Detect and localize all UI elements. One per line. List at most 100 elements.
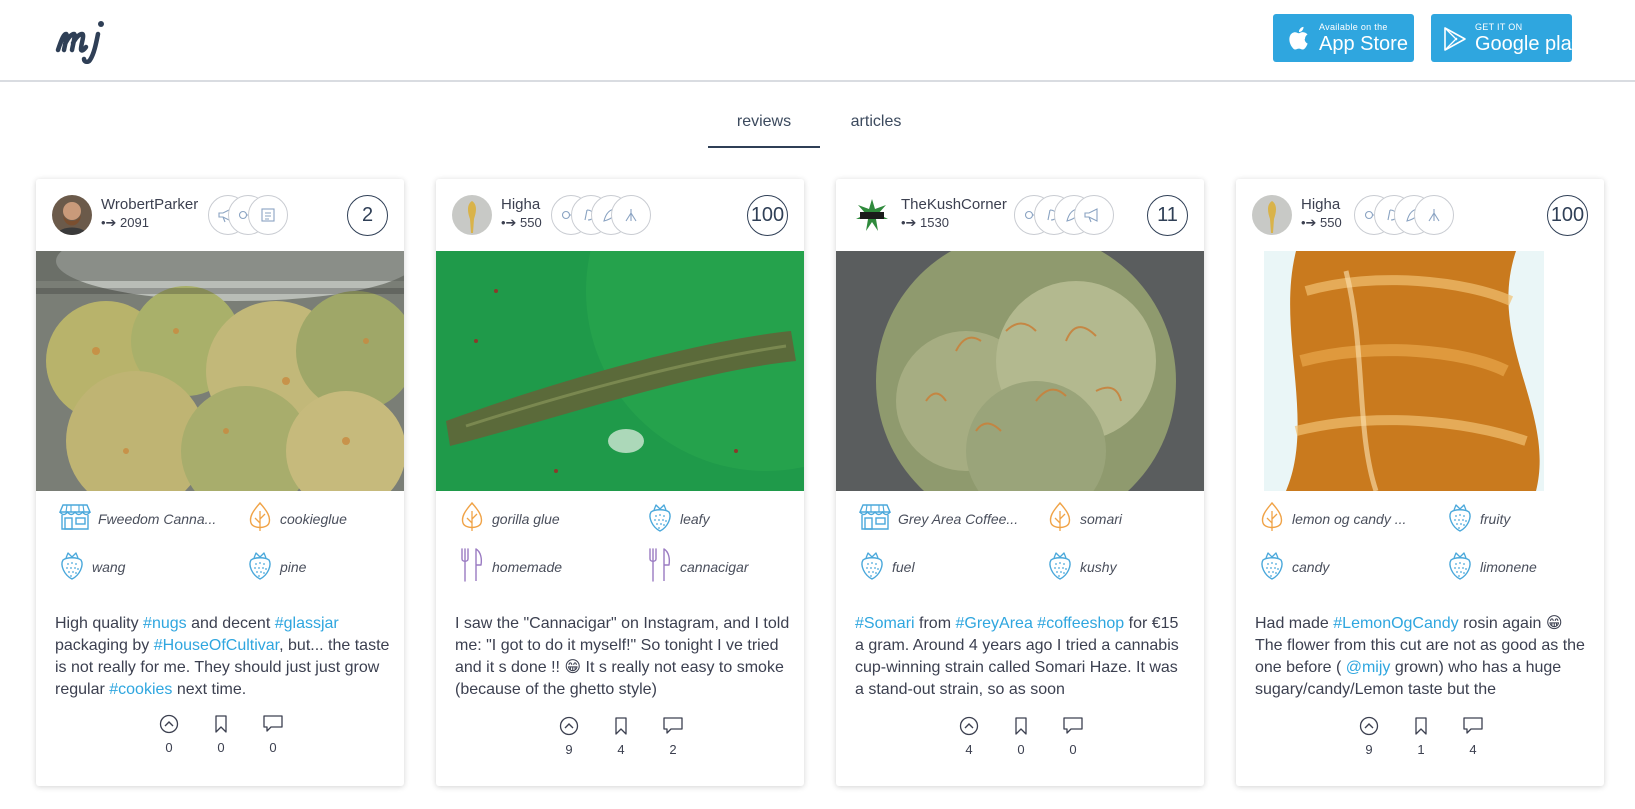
bookmark-button[interactable]: 1 [1406, 716, 1436, 757]
user-points: •➔ 550 [501, 215, 542, 230]
tag-chip[interactable]: homemade [458, 547, 562, 588]
comment-button[interactable]: 2 [658, 716, 688, 757]
upvote-button[interactable]: 9 [1354, 716, 1384, 757]
review-photo[interactable] [1236, 251, 1604, 491]
review-text[interactable]: I saw the "Cannacigar" on Instagram, and… [455, 613, 791, 701]
card-header: Higha •➔ 550 100 [436, 179, 804, 251]
avatar[interactable] [1252, 195, 1292, 235]
tag-chip[interactable]: Grey Area Coffee... [858, 501, 1018, 537]
tag-label: candy [1292, 559, 1330, 575]
tab-articles[interactable]: articles [830, 100, 922, 148]
username[interactable]: Higha [1301, 196, 1340, 213]
card-actions: 4 0 0 [836, 716, 1204, 776]
hashtag-link[interactable]: #glassjar [275, 615, 339, 632]
tag-chip[interactable]: limonene [1446, 549, 1537, 585]
mj-logo[interactable] [54, 12, 116, 65]
tag-chip[interactable]: pine [246, 549, 306, 585]
review-photo[interactable] [836, 251, 1204, 491]
strawberry-icon [58, 549, 86, 586]
review-text-segment: and decent [186, 615, 275, 632]
badge-group [208, 195, 288, 235]
tag-label: wang [92, 559, 126, 575]
username[interactable]: Higha [501, 196, 540, 213]
upvote-button[interactable]: 4 [954, 716, 984, 757]
review-text[interactable]: #Somari from #GreyArea #coffeeshop for €… [855, 613, 1191, 701]
review-card[interactable]: WrobertParker •➔ 2091 2 Fweedom Canna...… [36, 179, 404, 786]
hashtag-link[interactable]: #GreyArea [955, 615, 1032, 632]
user-points: •➔ 550 [1301, 215, 1342, 230]
bookmark-count: 0 [1017, 742, 1025, 757]
bookmark-button[interactable]: 0 [206, 714, 236, 755]
card-header: TheKushCorner •➔ 1530 11 [836, 179, 1204, 251]
review-text[interactable]: Had made #LemonOgCandy rosin again 😁 The… [1255, 613, 1591, 701]
strawberry-icon [646, 501, 674, 538]
achievement-badge-icon [611, 195, 651, 235]
bookmark-button[interactable]: 4 [606, 716, 636, 757]
avatar[interactable] [452, 195, 492, 235]
username[interactable]: TheKushCorner [901, 196, 1007, 213]
leaf-icon [246, 501, 274, 538]
review-text-segment: High quality [55, 615, 144, 632]
achievement-badge-icon [248, 195, 288, 235]
comment-button[interactable]: 0 [1058, 716, 1088, 757]
hashtag-link[interactable]: #nugs [143, 615, 187, 632]
hashtag-link[interactable]: #coffeeshop [1037, 615, 1124, 632]
tag-chip[interactable]: candy [1258, 549, 1329, 585]
hashtag-link[interactable]: #HouseOfCultivar [154, 637, 279, 654]
google-play-button[interactable]: GET IT ON Google play [1431, 14, 1582, 62]
tag-chip[interactable]: somari [1046, 501, 1122, 537]
bookmark-icon [615, 717, 627, 735]
comment-button[interactable]: 4 [1458, 716, 1488, 757]
avatar[interactable] [852, 195, 892, 235]
upvote-button[interactable]: 9 [554, 716, 584, 757]
tag-grid: lemon og candy ... fruity candy limonene [1236, 491, 1604, 609]
card-header: Higha •➔ 550 100 [1236, 179, 1604, 251]
app-store-button[interactable]: Available on the App Store [1273, 14, 1414, 62]
tag-chip[interactable]: kushy [1046, 549, 1117, 585]
tab-reviews[interactable]: reviews [708, 100, 820, 148]
review-photo[interactable] [436, 251, 804, 491]
score-circle: 2 [347, 195, 388, 236]
avatar[interactable] [52, 195, 92, 235]
comment-count: 0 [269, 740, 277, 755]
fork-knife-icon [458, 547, 486, 588]
comment-icon [1063, 717, 1083, 734]
upvote-icon [1359, 716, 1379, 736]
badge-group [1354, 195, 1454, 235]
review-card[interactable]: Higha •➔ 550 100 lemon og candy ... frui… [1236, 179, 1604, 786]
comment-icon [663, 717, 683, 734]
tag-chip[interactable]: cookieglue [246, 501, 347, 537]
review-text-segment: Had made [1255, 615, 1334, 632]
username[interactable]: WrobertParker [101, 196, 198, 213]
tag-grid: gorilla glue leafy homemade cannacigar [436, 491, 804, 609]
bookmark-button[interactable]: 0 [1006, 716, 1036, 757]
review-card[interactable]: TheKushCorner •➔ 1530 11 Grey Area Coffe… [836, 179, 1204, 786]
upvote-count: 4 [965, 742, 973, 757]
tag-chip[interactable]: fuel [858, 549, 915, 585]
review-text[interactable]: High quality #nugs and decent #glassjar … [55, 613, 391, 701]
review-photo[interactable] [36, 251, 404, 491]
comment-button[interactable]: 0 [258, 714, 288, 755]
upvote-count: 0 [165, 740, 173, 755]
hashtag-link[interactable]: @mijy [1346, 659, 1391, 676]
hashtag-link[interactable]: #cookies [109, 681, 172, 698]
tag-chip[interactable]: leafy [646, 501, 710, 537]
upvote-button[interactable]: 0 [154, 714, 184, 755]
card-actions: 9 4 2 [436, 716, 804, 776]
hashtag-link[interactable]: #Somari [855, 615, 915, 632]
tag-label: somari [1080, 511, 1123, 527]
tag-chip[interactable]: gorilla glue [458, 501, 560, 537]
tag-chip[interactable]: Fweedom Canna... [58, 501, 216, 537]
upvote-icon [559, 716, 579, 736]
hashtag-link[interactable]: #LemonOgCandy [1333, 615, 1458, 632]
review-card[interactable]: Higha •➔ 550 100 gorilla glue leafy home… [436, 179, 804, 786]
tag-chip[interactable]: fruity [1446, 501, 1510, 537]
google-play-big-text: Google play [1475, 32, 1582, 55]
tag-chip[interactable]: wang [58, 549, 125, 585]
comment-icon [263, 715, 283, 732]
tag-chip[interactable]: lemon og candy ... [1258, 501, 1406, 537]
user-points: •➔ 1530 [901, 215, 949, 230]
badge-group [1014, 195, 1114, 235]
tag-chip[interactable]: cannacigar [646, 547, 749, 585]
review-text-segment: from [914, 615, 956, 632]
